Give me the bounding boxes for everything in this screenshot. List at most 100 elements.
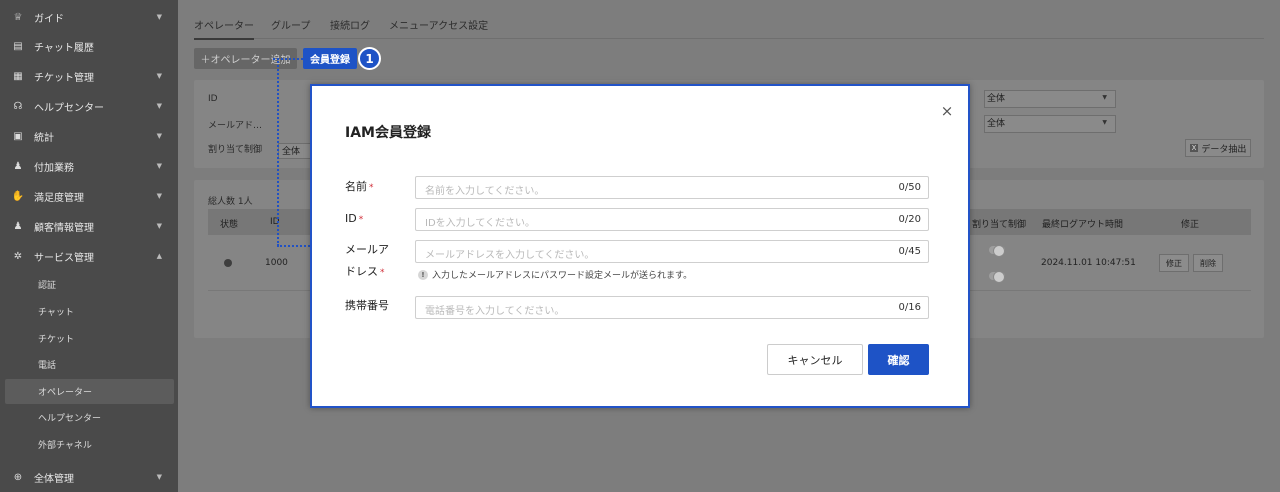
id-label: ID *: [345, 208, 363, 231]
chevron-down-icon: ▼: [156, 222, 162, 230]
sidebar-item-guide[interactable]: ♕ ガイド ▼: [0, 2, 178, 32]
info-icon: !: [418, 269, 428, 280]
sidebar-item-label: 統計: [34, 132, 54, 144]
chevron-down-icon: ▼: [156, 132, 162, 140]
select-value: 全体: [987, 119, 1006, 129]
id-char-count: 0/20: [898, 214, 921, 225]
assign-toggle-1[interactable]: [989, 245, 1005, 257]
sidebar-subitem-operator[interactable]: オペレーター: [5, 379, 174, 404]
sidebar-item-label: 付加業務: [34, 162, 74, 174]
email-placeholder: メールアドレスを入力してください。: [425, 250, 595, 261]
right-select-1[interactable]: 全体 ▼: [984, 90, 1116, 108]
chevron-down-icon: ▼: [156, 72, 162, 80]
sidebar-item-additional[interactable]: ♟ 付加業務 ▼: [0, 151, 178, 181]
sidebar-item-satisfaction[interactable]: ✋ 満足度管理 ▼: [0, 181, 178, 211]
right-select-2[interactable]: 全体 ▼: [984, 115, 1116, 133]
plus-circle-icon: ⊕: [13, 471, 23, 483]
sidebar-subitem-chat[interactable]: チャット: [5, 299, 174, 324]
sidebar-subitem-ticket[interactable]: チケット: [5, 326, 174, 351]
callout-connector: [277, 58, 279, 246]
excel-icon: X: [1189, 144, 1199, 152]
name-input[interactable]: 名前を入力してください。 0/50: [415, 176, 929, 199]
name-label: 名前 *: [345, 176, 374, 199]
sidebar-item-label: 満足度管理: [34, 192, 84, 204]
hint-text: 入力したメールアドレスにパスワード設定メールが送られます。: [432, 271, 693, 281]
status-dot: [224, 259, 232, 267]
id-placeholder: IDを入力してください。: [425, 218, 536, 229]
phone-placeholder: 電話番号を入力してください。: [425, 306, 565, 317]
tab-operator[interactable]: オペレーター: [194, 17, 254, 40]
trophy-icon: ♕: [13, 11, 23, 23]
sidebar-subitem-phone[interactable]: 電話: [5, 352, 174, 377]
id-input[interactable]: IDを入力してください。 0/20: [415, 208, 929, 231]
total-count: 総人数 1人: [208, 197, 253, 207]
member-register-button[interactable]: 会員登録: [303, 48, 357, 69]
sidebar-subitem-auth[interactable]: 認証: [5, 272, 174, 297]
callout-connector: [277, 245, 310, 247]
sidebar-item-label: チャット履歴: [34, 42, 94, 54]
phone-label: 携帯番号: [345, 295, 389, 317]
required-mark: *: [380, 268, 385, 278]
chat-icon: ▤: [13, 40, 23, 52]
edit-button[interactable]: 修正: [1159, 254, 1189, 272]
required-mark: *: [369, 183, 374, 193]
tab-group[interactable]: グループ: [271, 17, 310, 32]
filter-id-label: ID: [208, 94, 218, 104]
email-char-count: 0/45: [898, 246, 921, 257]
label-text: ドレス: [345, 265, 378, 278]
chevron-down-icon: ▼: [156, 192, 162, 200]
name-placeholder: 名前を入力してください。: [425, 186, 545, 197]
label-text: 携帯番号: [345, 299, 389, 312]
email-input[interactable]: メールアドレスを入力してください。 0/45: [415, 240, 929, 263]
headset-icon: ☊: [13, 100, 23, 112]
tab-connection-log[interactable]: 接続ログ: [330, 17, 370, 32]
chevron-down-icon: ▼: [156, 13, 162, 21]
assign-toggle-2[interactable]: [989, 271, 1005, 283]
sidebar-subitem-external[interactable]: 外部チャネル: [5, 432, 174, 457]
user-plus-icon: ♟: [13, 160, 23, 172]
header-status: 状態: [220, 220, 239, 230]
chevron-down-icon: ▼: [156, 473, 162, 481]
row-id: 1000: [265, 258, 288, 268]
header-edit: 修正: [1181, 220, 1200, 230]
step-badge: 1: [358, 47, 381, 70]
phone-input[interactable]: 電話番号を入力してください。 0/16: [415, 296, 929, 319]
sidebar: ♕ ガイド ▼ ▤ チャット履歴 ▦ チケット管理 ▼ ☊ ヘルプセンター ▼ ▣ 統計 ▼ ♟ 付…: [0, 0, 178, 492]
sidebar-item-stats[interactable]: ▣ 統計 ▼: [0, 121, 178, 151]
filter-assign-label: 割り当て制御: [208, 145, 263, 155]
sidebar-item-label: チケット管理: [34, 72, 94, 84]
chevron-down-icon: ▼: [156, 162, 162, 170]
required-mark: *: [358, 215, 364, 225]
sidebar-subitem-helpcenter[interactable]: ヘルプセンター: [5, 405, 174, 430]
sidebar-item-label: サービス管理: [34, 252, 94, 264]
chart-icon: ▣: [13, 130, 23, 142]
sidebar-item-global[interactable]: ⊕ 全体管理 ▼: [0, 462, 178, 492]
email-label: メールア ドレス *: [345, 239, 389, 284]
cancel-button[interactable]: キャンセル: [767, 344, 863, 375]
sidebar-item-helpcenter[interactable]: ☊ ヘルプセンター ▼: [0, 91, 178, 121]
chevron-down-icon: ▼: [1102, 94, 1107, 101]
sidebar-item-service[interactable]: ✲ サービス管理 ▲: [0, 241, 178, 271]
assign-select[interactable]: 全体: [278, 143, 314, 159]
filter-email-label: メールアド…: [208, 121, 263, 131]
chevron-down-icon: ▼: [156, 102, 162, 110]
customer-icon: ♟: [13, 220, 23, 232]
sidebar-item-label: ガイド: [34, 13, 64, 25]
export-data-button[interactable]: X データ抽出: [1185, 139, 1251, 157]
sidebar-item-label: 全体管理: [34, 473, 74, 485]
label-text: ID: [345, 212, 357, 225]
confirm-button[interactable]: 確認: [868, 344, 929, 375]
tab-menu-access[interactable]: メニューアクセス設定: [389, 17, 488, 32]
thumbs-up-icon: ✋: [11, 190, 25, 202]
sidebar-item-chat-history[interactable]: ▤ チャット履歴: [0, 31, 178, 61]
sidebar-item-customer[interactable]: ♟ 顧客情報管理 ▼: [0, 211, 178, 241]
sidebar-item-label: 顧客情報管理: [34, 222, 94, 234]
header-assign: 割り当て制御: [972, 220, 1027, 230]
close-icon[interactable]: ×: [940, 104, 954, 119]
iam-register-modal: × IAM会員登録 名前 * 名前を入力してください。 0/50 ID * IDを入力…: [310, 84, 970, 408]
label-text: 名前: [345, 180, 367, 193]
sidebar-item-ticket[interactable]: ▦ チケット管理 ▼: [0, 61, 178, 91]
export-label: データ抽出: [1201, 144, 1247, 155]
chevron-up-icon: ▲: [156, 252, 162, 260]
delete-button[interactable]: 削除: [1193, 254, 1223, 272]
